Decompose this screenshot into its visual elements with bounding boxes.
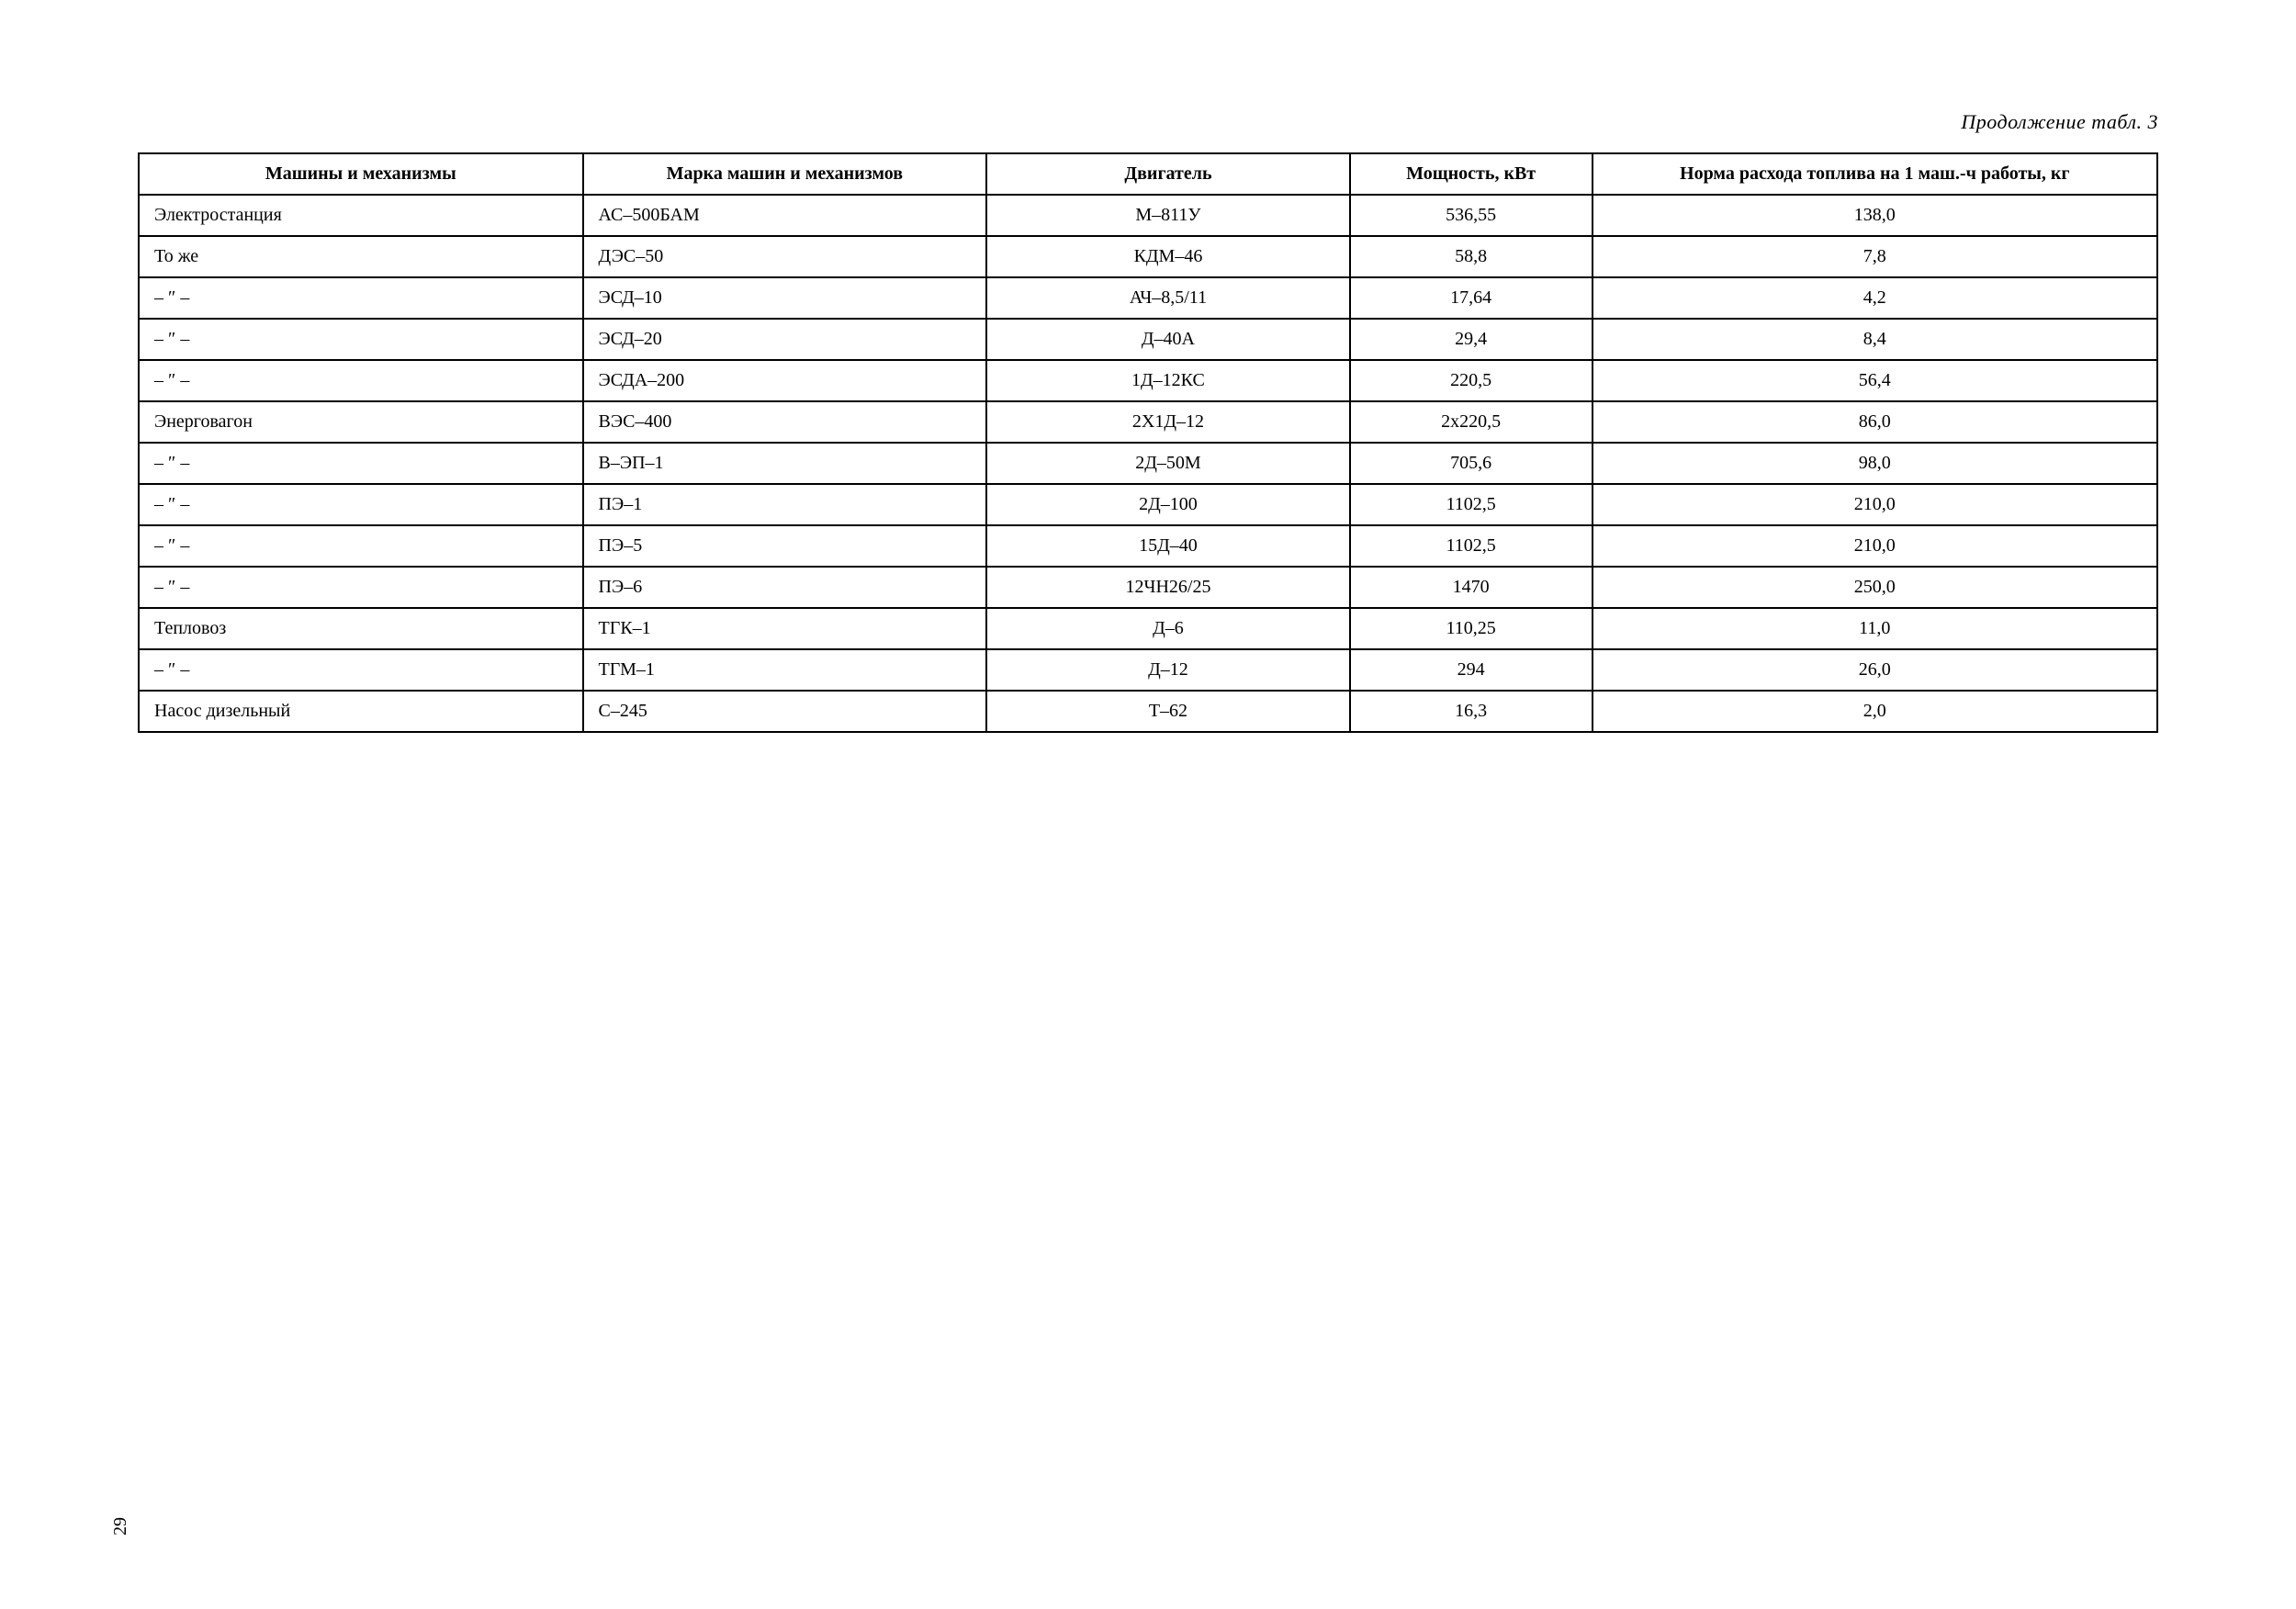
table-cell-11-3: 294 (1350, 649, 1593, 691)
table-header-row: Машины и механизмы Марка машин и механиз… (139, 153, 2157, 195)
table-cell-2-4: 4,2 (1593, 277, 2157, 319)
table-cell-5-2: 2Х1Д–12 (986, 401, 1350, 443)
table-cell-4-2: 1Д–12КС (986, 360, 1350, 401)
table-cell-8-1: ПЭ–5 (583, 525, 987, 567)
table-row: – ″ –В–ЭП–12Д–50М705,698,0 (139, 443, 2157, 484)
page-container: Продолжение табл. 3 Машины и механизмы М… (138, 73, 2158, 733)
table-cell-11-4: 26,0 (1593, 649, 2157, 691)
table-cell-11-0: – ″ – (139, 649, 583, 691)
table-cell-7-0: – ″ – (139, 484, 583, 525)
table-row: – ″ –ТГМ–1Д–1229426,0 (139, 649, 2157, 691)
table-cell-8-0: – ″ – (139, 525, 583, 567)
table-cell-11-1: ТГМ–1 (583, 649, 987, 691)
table-row: Насос дизельныйС–245Т–6216,32,0 (139, 691, 2157, 732)
table-cell-1-3: 58,8 (1350, 236, 1593, 277)
table-cell-9-4: 250,0 (1593, 567, 2157, 608)
table-cell-7-2: 2Д–100 (986, 484, 1350, 525)
table-cell-4-3: 220,5 (1350, 360, 1593, 401)
table-cell-0-2: М–811У (986, 195, 1350, 236)
table-cell-12-0: Насос дизельный (139, 691, 583, 732)
table-cell-7-4: 210,0 (1593, 484, 2157, 525)
table-cell-8-3: 1102,5 (1350, 525, 1593, 567)
header-col1: Машины и механизмы (139, 153, 583, 195)
table-cell-1-0: То же (139, 236, 583, 277)
table-cell-6-1: В–ЭП–1 (583, 443, 987, 484)
table-cell-9-1: ПЭ–6 (583, 567, 987, 608)
table-cell-11-2: Д–12 (986, 649, 1350, 691)
table-cell-2-2: АЧ–8,5/11 (986, 277, 1350, 319)
table-cell-3-0: – ″ – (139, 319, 583, 360)
table-cell-10-0: Тепловоз (139, 608, 583, 649)
table-cell-4-1: ЭСДА–200 (583, 360, 987, 401)
table-cell-12-1: С–245 (583, 691, 987, 732)
table-cell-5-4: 86,0 (1593, 401, 2157, 443)
table-cell-7-1: ПЭ–1 (583, 484, 987, 525)
header-col5: Норма расхода топлива на 1 маш.-ч работы… (1593, 153, 2157, 195)
table-title: Продолжение табл. 3 (138, 110, 2158, 134)
table-cell-0-3: 536,55 (1350, 195, 1593, 236)
table-cell-2-3: 17,64 (1350, 277, 1593, 319)
table-cell-1-4: 7,8 (1593, 236, 2157, 277)
table-cell-5-3: 2x220,5 (1350, 401, 1593, 443)
table-cell-1-2: КДМ–46 (986, 236, 1350, 277)
table-cell-0-1: АС–500БАМ (583, 195, 987, 236)
table-cell-5-0: Энерговагон (139, 401, 583, 443)
table-cell-0-0: Электростанция (139, 195, 583, 236)
table-cell-6-0: – ″ – (139, 443, 583, 484)
table-cell-9-0: – ″ – (139, 567, 583, 608)
table-cell-3-2: Д–40А (986, 319, 1350, 360)
table-row: ТепловозТГК–1Д–6110,2511,0 (139, 608, 2157, 649)
table-cell-10-2: Д–6 (986, 608, 1350, 649)
table-row: – ″ –ПЭ–612ЧН26/251470250,0 (139, 567, 2157, 608)
table-cell-12-3: 16,3 (1350, 691, 1593, 732)
table-row: – ″ –ЭСД–20Д–40А29,48,4 (139, 319, 2157, 360)
table-row: – ″ –ЭСД–10АЧ–8,5/1117,644,2 (139, 277, 2157, 319)
table-cell-4-4: 56,4 (1593, 360, 2157, 401)
table-cell-2-1: ЭСД–10 (583, 277, 987, 319)
table-cell-0-4: 138,0 (1593, 195, 2157, 236)
table-row: – ″ –ПЭ–12Д–1001102,5210,0 (139, 484, 2157, 525)
table-cell-5-1: ВЭС–400 (583, 401, 987, 443)
table-cell-9-2: 12ЧН26/25 (986, 567, 1350, 608)
table-cell-6-2: 2Д–50М (986, 443, 1350, 484)
table-cell-7-3: 1102,5 (1350, 484, 1593, 525)
table-row: ЭнерговагонВЭС–4002Х1Д–122x220,586,0 (139, 401, 2157, 443)
table-cell-6-4: 98,0 (1593, 443, 2157, 484)
table-cell-1-1: ДЭС–50 (583, 236, 987, 277)
table-cell-9-3: 1470 (1350, 567, 1593, 608)
header-col3: Двигатель (986, 153, 1350, 195)
table-cell-12-2: Т–62 (986, 691, 1350, 732)
table-cell-10-4: 11,0 (1593, 608, 2157, 649)
table-cell-3-1: ЭСД–20 (583, 319, 987, 360)
page-number: 29 (110, 1517, 131, 1536)
table-cell-4-0: – ″ – (139, 360, 583, 401)
table-cell-3-4: 8,4 (1593, 319, 2157, 360)
table-row: ЭлектростанцияАС–500БАММ–811У536,55138,0 (139, 195, 2157, 236)
table-row: – ″ –ПЭ–515Д–401102,5210,0 (139, 525, 2157, 567)
table-cell-10-1: ТГК–1 (583, 608, 987, 649)
main-table: Машины и механизмы Марка машин и механиз… (138, 152, 2158, 733)
table-cell-2-0: – ″ – (139, 277, 583, 319)
header-col2: Марка машин и механизмов (583, 153, 987, 195)
table-cell-3-3: 29,4 (1350, 319, 1593, 360)
table-cell-10-3: 110,25 (1350, 608, 1593, 649)
header-col4: Мощность, кВт (1350, 153, 1593, 195)
table-cell-8-2: 15Д–40 (986, 525, 1350, 567)
table-row: – ″ –ЭСДА–2001Д–12КС220,556,4 (139, 360, 2157, 401)
table-cell-12-4: 2,0 (1593, 691, 2157, 732)
table-cell-6-3: 705,6 (1350, 443, 1593, 484)
table-cell-8-4: 210,0 (1593, 525, 2157, 567)
table-row: То жеДЭС–50КДМ–4658,87,8 (139, 236, 2157, 277)
